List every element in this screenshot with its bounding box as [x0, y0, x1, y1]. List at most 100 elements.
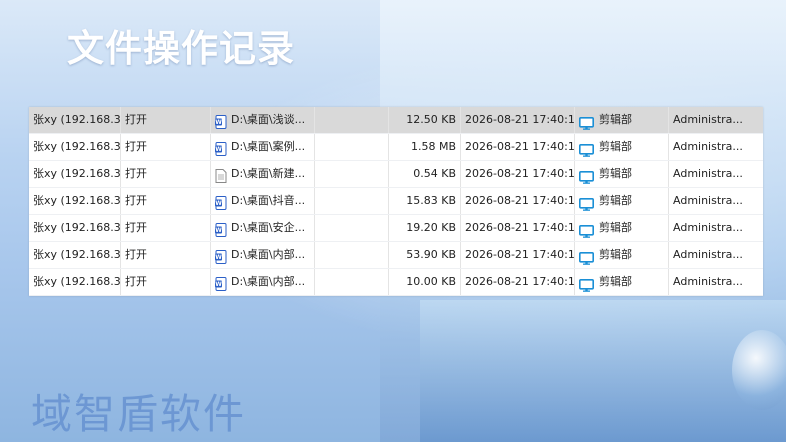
text-file-icon	[215, 167, 227, 183]
empty-cell	[315, 242, 389, 268]
time-cell: 2026-08-21 17:40:13	[461, 215, 575, 241]
account-cell: Administra...	[673, 194, 743, 207]
time-cell: 2026-08-21 17:40:13	[461, 134, 575, 160]
svg-text:W: W	[215, 200, 222, 207]
path-text: D:\桌面\案例...	[231, 140, 306, 153]
dept-cell: 剪辑部	[575, 161, 669, 187]
computer-icon	[579, 114, 594, 130]
user-cell: 张xy (192.168.3...	[29, 161, 121, 187]
size-cell: 0.54 KB	[389, 161, 461, 187]
background-bubble	[732, 330, 786, 410]
watermark-text: 域智盾软件	[31, 390, 246, 438]
page-title: 文件操作记录	[67, 27, 295, 70]
time-cell: 2026-08-21 17:40:13	[461, 107, 575, 133]
word-icon: W	[215, 194, 227, 210]
computer-icon	[579, 276, 594, 292]
dept-text: 剪辑部	[599, 113, 632, 126]
account-cell: Administra...	[673, 167, 743, 180]
table-row[interactable]: 张xy (192.168.3...打开 W D:\桌面\抖音... 15.83 KB2…	[29, 188, 763, 215]
dept-cell: 剪辑部	[575, 269, 669, 295]
computer-icon	[579, 141, 594, 157]
dept-text: 剪辑部	[599, 194, 632, 207]
svg-text:W: W	[215, 119, 222, 126]
empty-cell	[315, 134, 389, 160]
dept-cell: 剪辑部	[575, 107, 669, 133]
path-text: D:\桌面\安企...	[231, 221, 306, 234]
action-cell: 打开	[121, 161, 211, 187]
user-cell: 张xy (192.168.3...	[29, 215, 121, 241]
dept-text: 剪辑部	[599, 221, 632, 234]
account-cell: Administra...	[673, 113, 743, 126]
time-cell: 2026-08-21 17:40:13	[461, 269, 575, 295]
table-row[interactable]: 张xy (192.168.3...打开 W D:\桌面\浅谈... 12.50 KB2…	[29, 107, 763, 134]
computer-icon	[579, 195, 594, 211]
dept-text: 剪辑部	[599, 275, 632, 288]
user-cell: 张xy (192.168.3...	[29, 134, 121, 160]
size-cell: 12.50 KB	[389, 107, 461, 133]
dept-text: 剪辑部	[599, 140, 632, 153]
action-cell: 打开	[121, 242, 211, 268]
size-cell: 53.90 KB	[389, 242, 461, 268]
user-cell: 张xy (192.168.3...	[29, 242, 121, 268]
word-icon: W	[215, 248, 227, 264]
user-cell: 张xy (192.168.3...	[29, 269, 121, 295]
background-ice	[420, 300, 786, 442]
empty-cell	[315, 107, 389, 133]
empty-cell	[315, 215, 389, 241]
path-cell: W D:\桌面\抖音...	[211, 188, 315, 214]
word-icon: W	[215, 275, 227, 291]
dept-cell: 剪辑部	[575, 215, 669, 241]
svg-text:W: W	[215, 227, 222, 234]
dept-cell: 剪辑部	[575, 242, 669, 268]
action-cell: 打开	[121, 188, 211, 214]
table-row[interactable]: 张xy (192.168.3...打开 D:\桌面\新建... 0.54 KB202…	[29, 161, 763, 188]
path-cell: W D:\桌面\内部...	[211, 269, 315, 295]
path-text: D:\桌面\内部...	[231, 248, 306, 261]
dept-cell: 剪辑部	[575, 134, 669, 160]
size-cell: 10.00 KB	[389, 269, 461, 295]
action-cell: 打开	[121, 134, 211, 160]
table-row[interactable]: 张xy (192.168.3...打开 W D:\桌面\内部... 10.00 KB2…	[29, 269, 763, 296]
dept-cell: 剪辑部	[575, 188, 669, 214]
path-text: D:\桌面\浅谈...	[231, 113, 306, 126]
dept-text: 剪辑部	[599, 248, 632, 261]
path-cell: W D:\桌面\浅谈...	[211, 107, 315, 133]
computer-icon	[579, 249, 594, 265]
svg-text:W: W	[215, 254, 222, 261]
empty-cell	[315, 269, 389, 295]
path-cell: W D:\桌面\内部...	[211, 242, 315, 268]
empty-cell	[315, 188, 389, 214]
size-cell: 19.20 KB	[389, 215, 461, 241]
time-cell: 2026-08-21 17:40:13	[461, 242, 575, 268]
size-cell: 1.58 MB	[389, 134, 461, 160]
time-cell: 2026-08-21 17:40:13	[461, 188, 575, 214]
account-cell: Administra...	[673, 221, 743, 234]
table-row[interactable]: 张xy (192.168.3...打开 W D:\桌面\内部... 53.90 KB2…	[29, 242, 763, 269]
word-icon: W	[215, 113, 227, 129]
word-icon: W	[215, 140, 227, 156]
computer-icon	[579, 222, 594, 238]
table-row[interactable]: 张xy (192.168.3...打开 W D:\桌面\安企... 19.20 KB2…	[29, 215, 763, 242]
account-cell: Administra...	[673, 248, 743, 261]
size-cell: 15.83 KB	[389, 188, 461, 214]
action-cell: 打开	[121, 215, 211, 241]
dept-text: 剪辑部	[599, 167, 632, 180]
table-row[interactable]: 张xy (192.168.3...打开 W D:\桌面\案例... 1.58 MB20…	[29, 134, 763, 161]
file-operation-table: 张xy (192.168.3...打开WD:\桌面\浅谈...12.50 KB2…	[29, 107, 763, 296]
action-cell: 打开	[121, 107, 211, 133]
account-cell: Administra...	[673, 275, 743, 288]
word-icon: W	[215, 221, 227, 237]
user-cell: 张xy (192.168.3...	[29, 107, 121, 133]
time-cell: 2026-08-21 17:40:13	[461, 161, 575, 187]
account-cell: Administra...	[673, 140, 743, 153]
svg-text:W: W	[215, 146, 222, 153]
path-cell: W D:\桌面\案例...	[211, 134, 315, 160]
path-text: D:\桌面\内部...	[231, 275, 306, 288]
computer-icon	[579, 168, 594, 184]
path-cell: W D:\桌面\安企...	[211, 215, 315, 241]
empty-cell	[315, 161, 389, 187]
svg-text:W: W	[215, 281, 222, 288]
path-text: D:\桌面\新建...	[231, 167, 306, 180]
action-cell: 打开	[121, 269, 211, 295]
path-cell: D:\桌面\新建...	[211, 161, 315, 187]
